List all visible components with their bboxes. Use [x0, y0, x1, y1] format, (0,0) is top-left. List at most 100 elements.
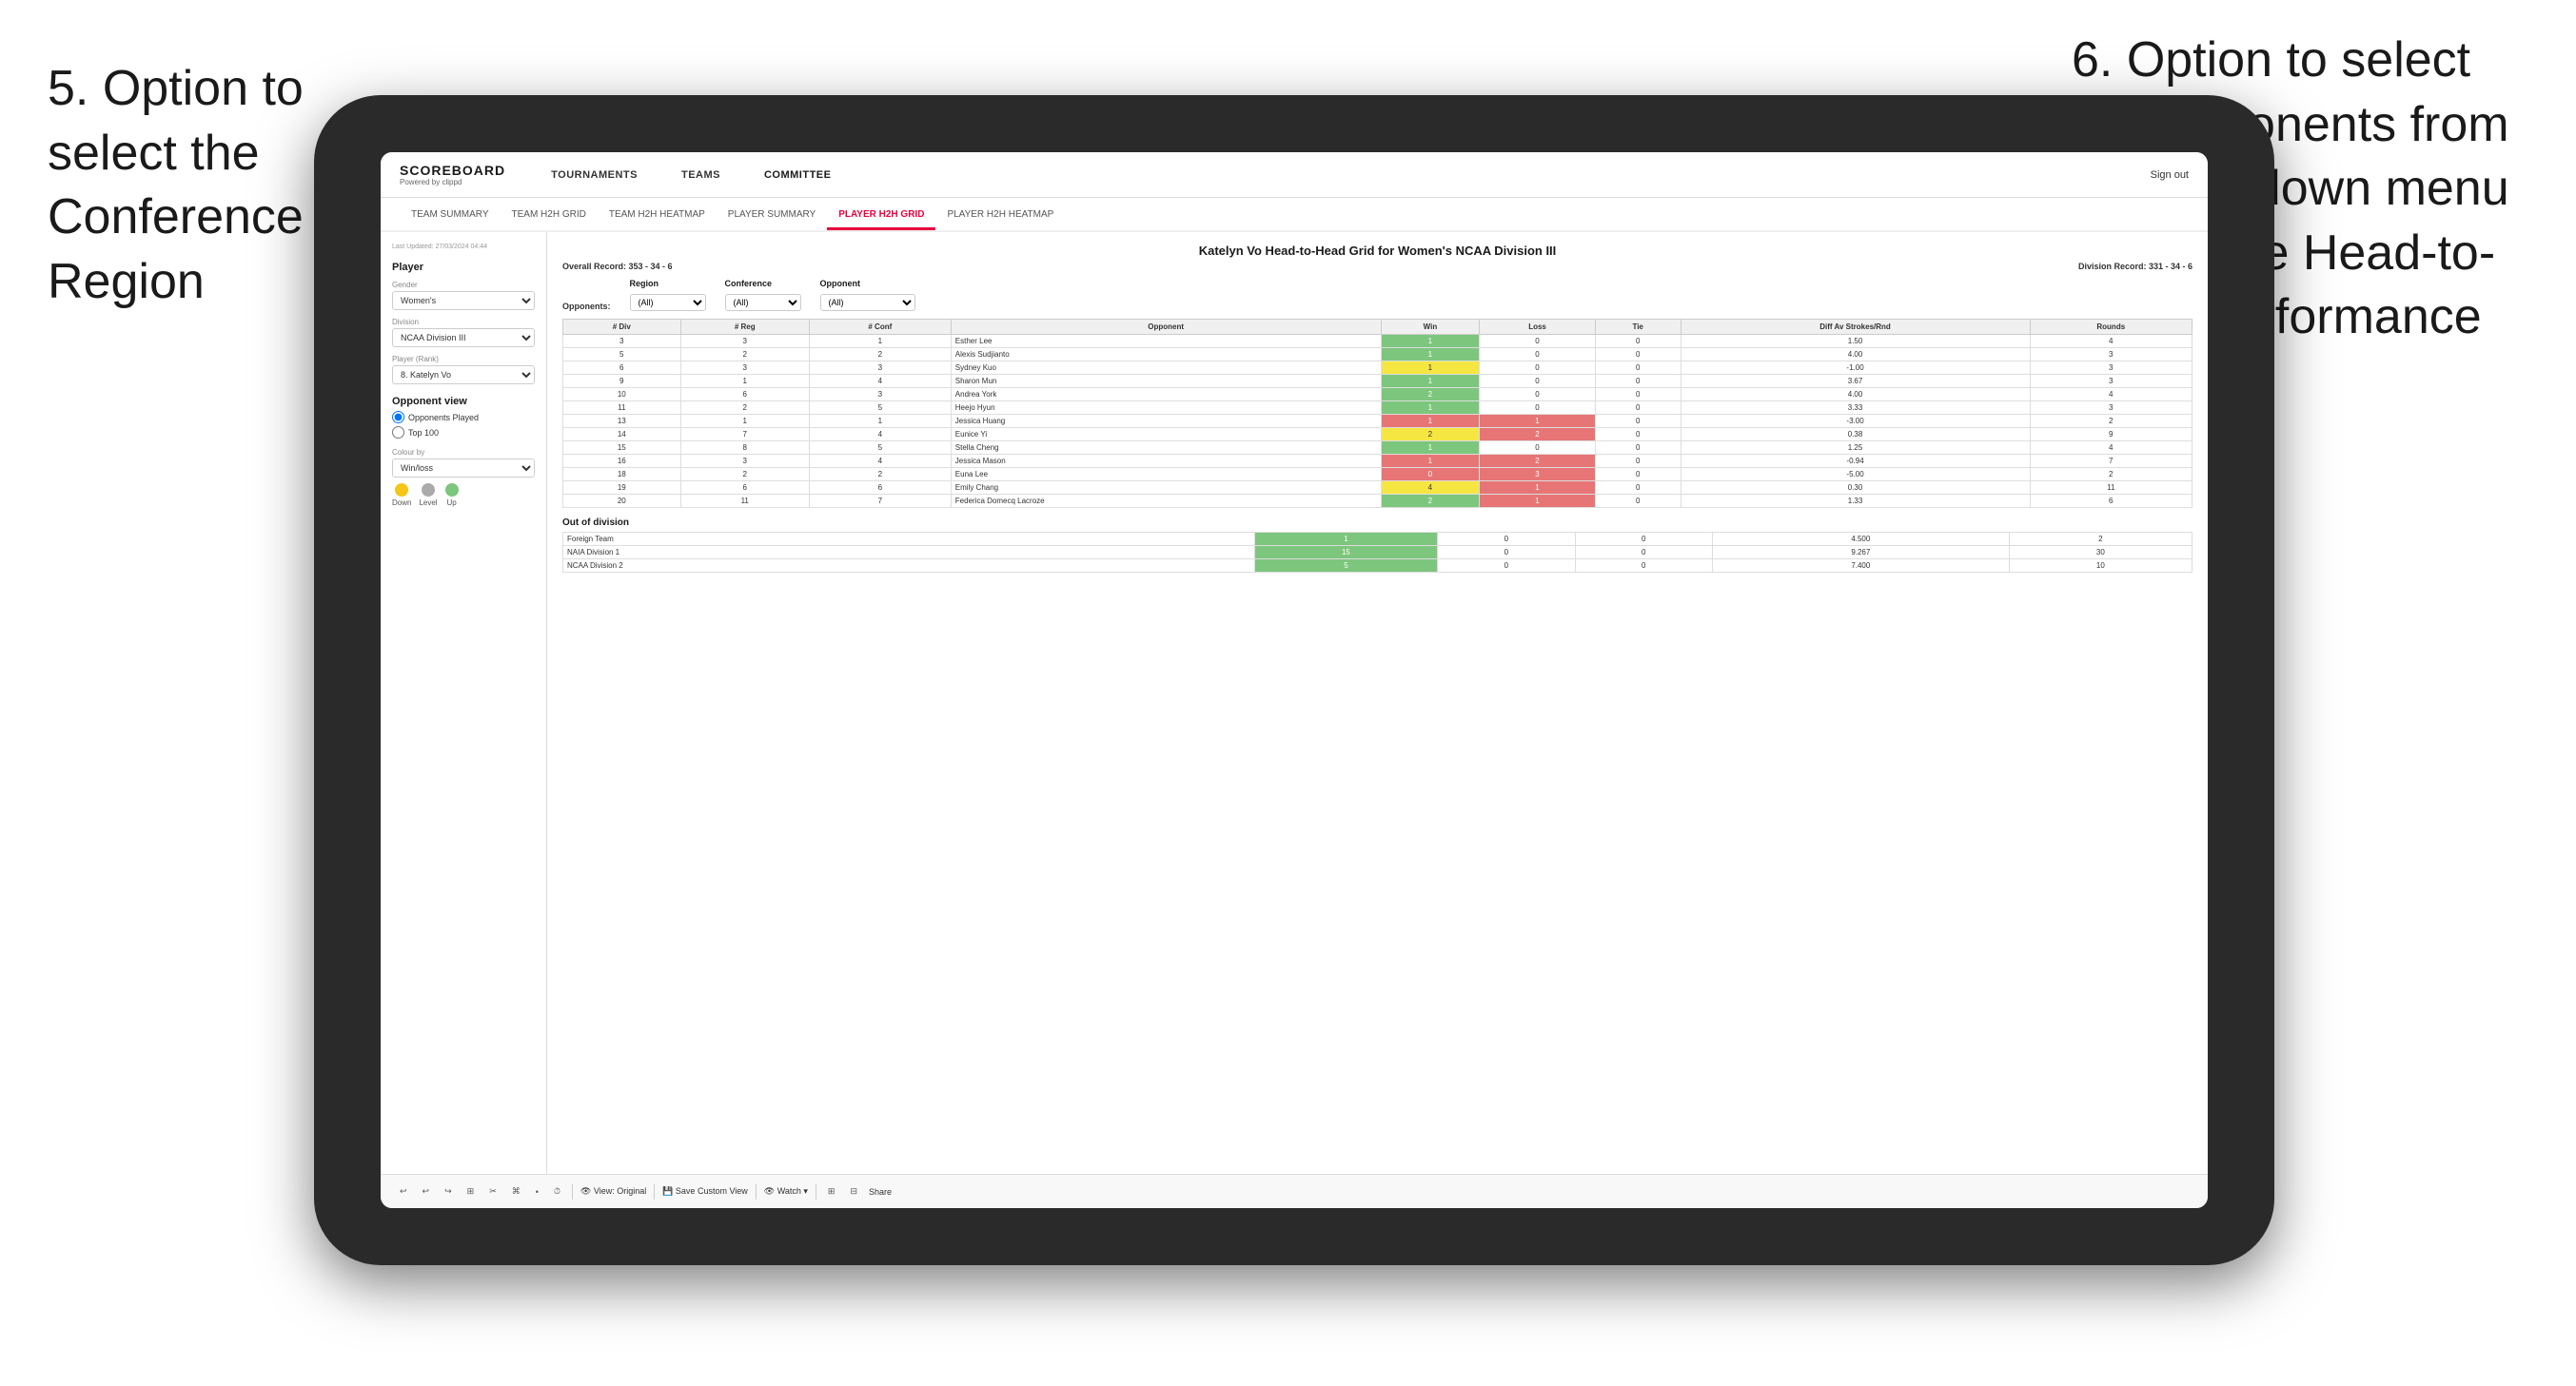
opponent-view-title: Opponent view — [392, 396, 535, 407]
records-row: Overall Record: 353 - 34 - 6 Division Re… — [562, 262, 2193, 271]
tablet-frame: SCOREBOARD Powered by clippd TOURNAMENTS… — [314, 95, 2274, 1265]
toolbar-sep1 — [572, 1184, 573, 1200]
out-of-division-label: Out of division — [562, 517, 2193, 528]
toolbar-cut[interactable]: ✂ — [485, 1184, 501, 1199]
toolbar-undo2[interactable]: ↩ — [419, 1184, 434, 1199]
toolbar-expand[interactable]: ⊞ — [824, 1184, 839, 1199]
player-rank-label: Player (Rank) — [392, 355, 535, 363]
th-opponent: Opponent — [951, 320, 1381, 335]
toolbar-clock[interactable]: ⏱ — [550, 1184, 564, 1199]
table-row: NCAA Division 2 5 0 0 7.400 10 — [563, 559, 2193, 573]
bottom-toolbar: ↩ ↩ ↪ ⊞ ✂ ⌘ • ⏱ 👁 View: Original 💾 Save … — [381, 1174, 2208, 1208]
sub-nav-team-h2h-grid[interactable]: TEAM H2H GRID — [501, 202, 598, 230]
toolbar-redo[interactable]: ↪ — [441, 1184, 456, 1199]
color-label-level: Level — [419, 498, 437, 507]
opponent-section-label: Opponent — [820, 279, 915, 288]
nav-committee[interactable]: COMMITTEE — [757, 166, 839, 185]
toolbar-grid[interactable]: ⊞ — [463, 1184, 479, 1199]
table-row: 10 6 3 Andrea York 2 0 0 4.00 4 — [563, 388, 2193, 401]
toolbar-sep2 — [654, 1184, 655, 1200]
toolbar-view-original[interactable]: 👁 View: Original — [580, 1186, 646, 1197]
tablet-screen: SCOREBOARD Powered by clippd TOURNAMENTS… — [381, 152, 2208, 1208]
opponent-radio-top100[interactable]: Top 100 — [392, 426, 535, 439]
sidebar-player-title: Player — [392, 262, 535, 273]
sidebar: Last Updated: 27/03/2024 04:44 Player Ge… — [381, 232, 547, 1174]
nav-teams[interactable]: TEAMS — [674, 166, 728, 185]
th-loss: Loss — [1480, 320, 1596, 335]
table-row: 14 7 4 Eunice Yi 2 2 0 0.38 9 — [563, 428, 2193, 441]
th-diff: Diff Av Strokes/Rnd — [1681, 320, 2030, 335]
toolbar-collapse[interactable]: ⊟ — [846, 1184, 861, 1199]
sub-nav-team-summary[interactable]: TEAM SUMMARY — [400, 202, 501, 230]
overall-record: Overall Record: 353 - 34 - 6 — [562, 262, 673, 271]
th-tie: Tie — [1595, 320, 1681, 335]
table-row: 16 3 4 Jessica Mason 1 2 0 -0.94 7 — [563, 455, 2193, 468]
table-row: 6 3 3 Sydney Kuo 1 0 0 -1.00 3 — [563, 361, 2193, 375]
out-of-division-table: Foreign Team 1 0 0 4.500 2 NAIA Division… — [562, 532, 2193, 573]
opponent-select[interactable]: (All) — [820, 294, 915, 311]
gender-label: Gender — [392, 281, 535, 289]
logo-sub: Powered by clippd — [400, 178, 505, 186]
th-reg: # Reg — [680, 320, 809, 335]
table-row: 3 3 1 Esther Lee 1 0 0 1.50 4 — [563, 335, 2193, 348]
opponent-filter-group: Opponent (All) — [820, 279, 915, 311]
opponents-filter-label: Opponents: — [562, 302, 611, 311]
table-row: 5 2 2 Alexis Sudjianto 1 0 0 4.00 3 — [563, 348, 2193, 361]
color-dot-down — [395, 483, 408, 497]
logo-area: SCOREBOARD Powered by clippd — [400, 163, 505, 186]
region-section-label: Region — [630, 279, 706, 288]
toolbar-save-custom[interactable]: 💾 Save Custom View — [662, 1186, 748, 1197]
opponent-radio-group: Opponents Played Top 100 — [392, 411, 535, 439]
table-row: NAIA Division 1 15 0 0 9.267 30 — [563, 546, 2193, 559]
conference-section-label: Conference — [725, 279, 801, 288]
sub-nav: TEAM SUMMARY TEAM H2H GRID TEAM H2H HEAT… — [381, 198, 2208, 232]
table-row: 13 1 1 Jessica Huang 1 1 0 -3.00 2 — [563, 415, 2193, 428]
division-record: Division Record: 331 - 34 - 6 — [2078, 262, 2193, 271]
color-label-down: Down — [392, 498, 411, 507]
toolbar-dot[interactable]: • — [532, 1185, 542, 1199]
th-win: Win — [1381, 320, 1480, 335]
conference-select[interactable]: (All) — [725, 294, 801, 311]
table-row: Foreign Team 1 0 0 4.500 2 — [563, 533, 2193, 546]
division-label: Division — [392, 318, 535, 326]
gender-dropdown[interactable]: Women's — [392, 291, 535, 310]
color-dot-up — [445, 483, 459, 497]
color-label-up: Up — [446, 498, 456, 507]
table-row: 9 1 4 Sharon Mun 1 0 0 3.67 3 — [563, 375, 2193, 388]
th-conf: # Conf — [809, 320, 951, 335]
table-row: 20 11 7 Federica Domecq Lacroze 2 1 0 1.… — [563, 495, 2193, 508]
table-row: 18 2 2 Euna Lee 0 3 0 -5.00 2 — [563, 468, 2193, 481]
filter-row: Opponents: Region (All) Conference (All) — [562, 279, 2193, 311]
sub-nav-player-summary[interactable]: PLAYER SUMMARY — [717, 202, 827, 230]
toolbar-share[interactable]: Share — [869, 1187, 892, 1197]
toolbar-undo[interactable]: ↩ — [396, 1184, 411, 1199]
nav-bar: SCOREBOARD Powered by clippd TOURNAMENTS… — [381, 152, 2208, 198]
table-row: 19 6 6 Emily Chang 4 1 0 0.30 11 — [563, 481, 2193, 495]
sub-nav-player-h2h-heatmap[interactable]: PLAYER H2H HEATMAP — [935, 202, 1065, 230]
sub-nav-player-h2h-grid[interactable]: PLAYER H2H GRID — [827, 202, 935, 230]
player-rank-dropdown[interactable]: 8. Katelyn Vo — [392, 365, 535, 384]
opponent-radio-played[interactable]: Opponents Played — [392, 411, 535, 423]
sign-out-link[interactable]: Sign out — [2151, 169, 2189, 181]
logo-text: SCOREBOARD — [400, 163, 505, 178]
colour-by-dropdown[interactable]: Win/loss — [392, 459, 535, 478]
table-row: 15 8 5 Stella Cheng 1 0 0 1.25 4 — [563, 441, 2193, 455]
content-title: Katelyn Vo Head-to-Head Grid for Women's… — [562, 244, 2193, 258]
sub-nav-team-h2h-heatmap[interactable]: TEAM H2H HEATMAP — [598, 202, 717, 230]
th-rounds: Rounds — [2030, 320, 2192, 335]
toolbar-link[interactable]: ⌘ — [508, 1184, 524, 1199]
th-div: # Div — [563, 320, 681, 335]
conference-filter-group: Conference (All) — [725, 279, 801, 311]
region-select[interactable]: (All) — [630, 294, 706, 311]
table-row: 11 2 5 Heejo Hyun 1 0 0 3.33 3 — [563, 401, 2193, 415]
color-indicators: Down Level Up — [392, 483, 535, 507]
last-updated: Last Updated: 27/03/2024 04:44 — [392, 244, 535, 250]
color-dot-level — [422, 483, 435, 497]
colour-by-label: Colour by — [392, 448, 535, 457]
toolbar-watch[interactable]: 👁 Watch ▾ — [764, 1186, 808, 1197]
toolbar-sep3 — [756, 1184, 757, 1200]
nav-tournaments[interactable]: TOURNAMENTS — [543, 166, 645, 185]
content-area: Katelyn Vo Head-to-Head Grid for Women's… — [547, 232, 2208, 1174]
division-dropdown[interactable]: NCAA Division III — [392, 328, 535, 347]
main-content: Last Updated: 27/03/2024 04:44 Player Ge… — [381, 232, 2208, 1174]
